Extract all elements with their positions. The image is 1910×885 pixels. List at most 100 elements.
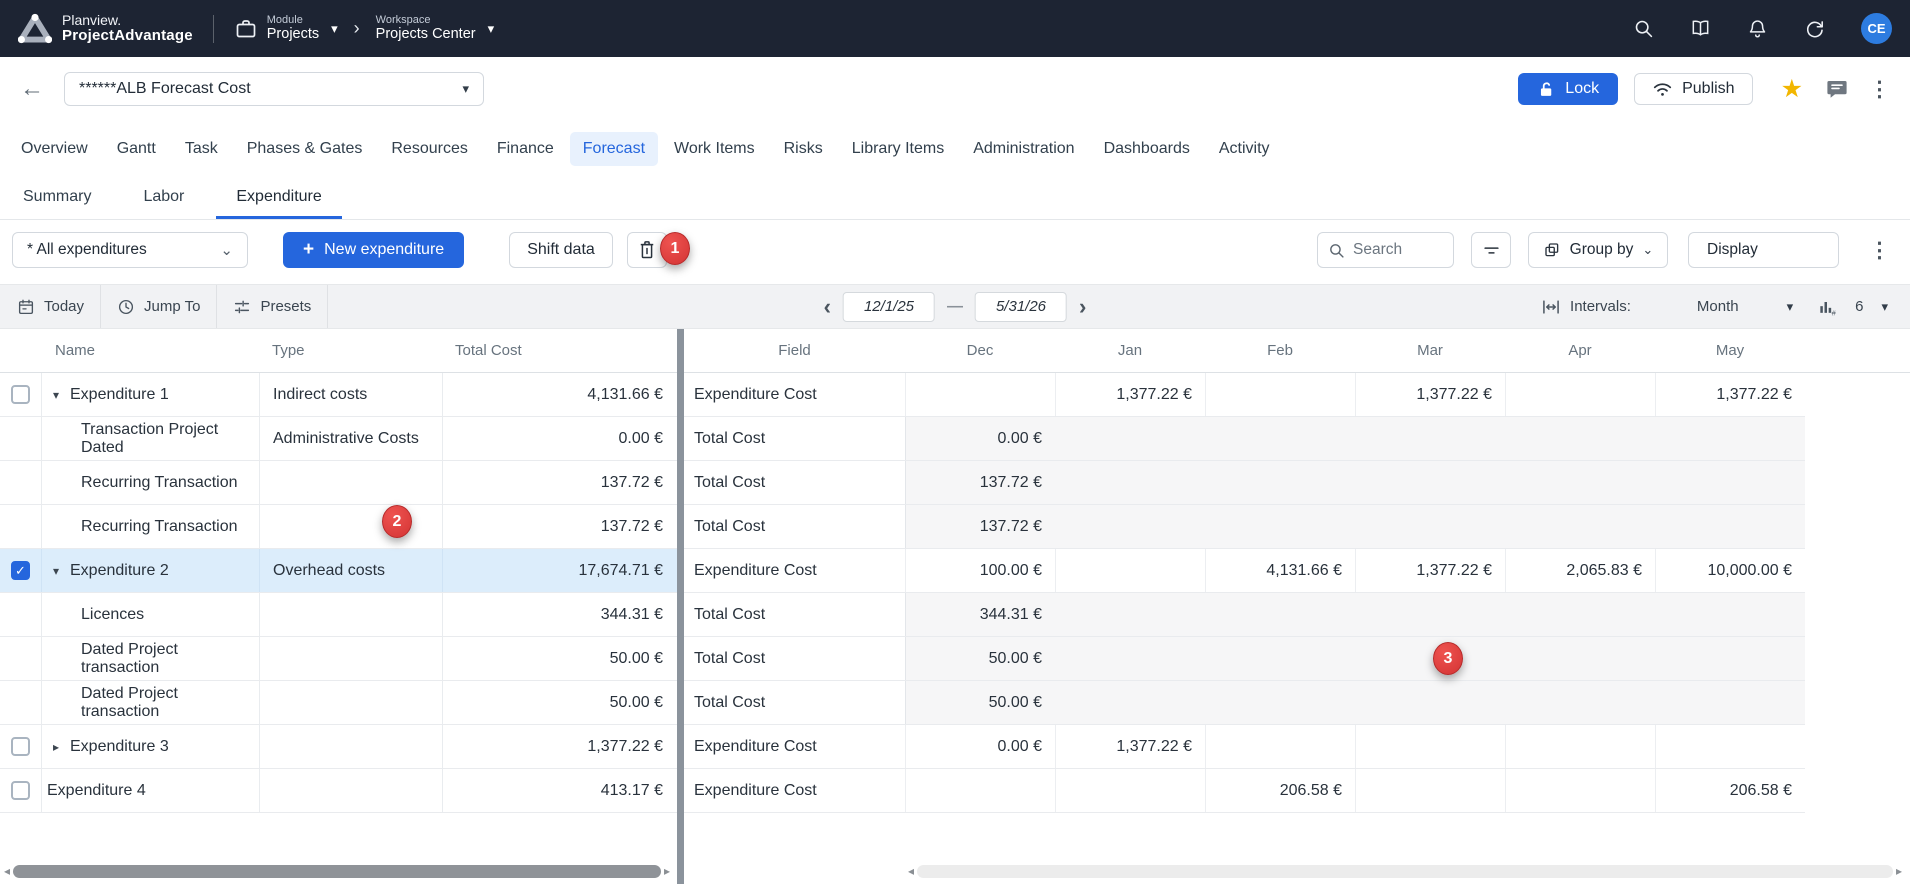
row-checkbox[interactable]: ✓ (11, 561, 30, 580)
month-value-cell-jan[interactable] (1055, 593, 1205, 636)
name-cell[interactable]: Dated Project transaction (41, 637, 259, 680)
tab-dashboards[interactable]: Dashboards (1091, 132, 1203, 166)
column-header-apr[interactable]: Apr (1505, 342, 1655, 359)
month-value-cell-jan[interactable] (1055, 505, 1205, 548)
month-value-cell-feb[interactable]: 4,131.66 € (1205, 549, 1355, 592)
column-header-mar[interactable]: Mar (1355, 342, 1505, 359)
type-cell[interactable] (259, 681, 442, 724)
type-cell[interactable] (259, 505, 442, 548)
month-value-cell-apr[interactable] (1505, 505, 1655, 548)
horizontal-scrollbar-thumb[interactable] (917, 865, 1893, 878)
tab-forecast[interactable]: Forecast (570, 132, 658, 166)
table-row[interactable]: Expenditure 4413.17 € (0, 769, 677, 813)
name-cell[interactable]: Dated Project transaction (41, 681, 259, 724)
total-cost-cell[interactable]: 137.72 € (442, 461, 677, 504)
user-avatar[interactable]: CE (1861, 13, 1892, 44)
month-value-cell-may[interactable] (1655, 417, 1805, 460)
month-value-cell-mar[interactable] (1355, 417, 1505, 460)
month-value-cell-jan[interactable] (1055, 461, 1205, 504)
next-period-chevron-icon[interactable]: › (1079, 296, 1086, 318)
month-value-cell-dec[interactable] (905, 769, 1055, 812)
tab-phases-gates[interactable]: Phases & Gates (234, 132, 376, 166)
favorite-star-icon[interactable]: ★ (1781, 74, 1803, 104)
tab-overview[interactable]: Overview (8, 132, 101, 166)
type-cell[interactable] (259, 461, 442, 504)
table-row[interactable]: Dated Project transaction 50.00 € (0, 681, 677, 725)
tab-finance[interactable]: Finance (484, 132, 567, 166)
month-value-cell-dec[interactable]: 344.31 € (905, 593, 1055, 636)
month-value-cell-apr[interactable] (1505, 637, 1655, 680)
feedback-comment-icon[interactable] (1825, 77, 1849, 101)
column-header-field[interactable]: Field (684, 342, 905, 359)
month-value-cell-may[interactable] (1655, 505, 1805, 548)
name-cell[interactable]: Licences (41, 593, 259, 636)
interval-unit-dropdown[interactable]: Month (1697, 298, 1739, 315)
today-button[interactable]: Today (0, 285, 101, 328)
month-value-cell-jan[interactable] (1055, 549, 1205, 592)
tab-task[interactable]: Task (172, 132, 231, 166)
panel-resize-divider[interactable] (677, 329, 684, 884)
month-value-cell-mar[interactable] (1355, 637, 1505, 680)
month-value-cell-apr[interactable] (1505, 769, 1655, 812)
jump-to-button[interactable]: Jump To (101, 285, 217, 328)
month-value-cell-dec[interactable]: 50.00 € (905, 637, 1055, 680)
total-cost-cell[interactable]: 17,674.71 € (442, 549, 677, 592)
total-cost-cell[interactable]: 0.00 € (442, 417, 677, 460)
table-row[interactable]: ▸Expenditure 31,377.22 € (0, 725, 677, 769)
column-header-type[interactable]: Type (259, 342, 442, 359)
new-expenditure-button[interactable]: + New expenditure (283, 232, 464, 268)
interval-count-value[interactable]: 6 (1855, 298, 1863, 315)
month-value-cell-jan[interactable]: 1,377.22 € (1055, 373, 1205, 416)
month-value-cell-mar[interactable]: 1,377.22 € (1355, 549, 1505, 592)
type-cell[interactable] (259, 637, 442, 680)
column-header-jan[interactable]: Jan (1055, 342, 1205, 359)
total-cost-cell[interactable]: 50.00 € (442, 681, 677, 724)
tab-gantt[interactable]: Gantt (104, 132, 169, 166)
type-cell[interactable]: Overhead costs (259, 549, 442, 592)
search-icon[interactable] (1633, 18, 1654, 39)
month-value-cell-dec[interactable]: 137.72 € (905, 505, 1055, 548)
toolbar-kebab-icon[interactable]: ⋮ (1869, 238, 1890, 263)
expand-caret-icon[interactable]: ▸ (47, 740, 65, 754)
month-value-cell-apr[interactable] (1505, 461, 1655, 504)
month-value-cell-apr[interactable] (1505, 681, 1655, 724)
month-value-cell-may[interactable] (1655, 461, 1805, 504)
forecast-title-dropdown[interactable]: ******ALB Forecast Cost ▾ (64, 72, 484, 106)
expenditure-filter-dropdown[interactable]: * All expenditures ⌄ (12, 232, 248, 268)
table-row[interactable]: Dated Project transaction50.00 € (0, 637, 677, 681)
month-value-cell-feb[interactable] (1205, 417, 1355, 460)
month-value-cell-feb[interactable] (1205, 637, 1355, 680)
search-input[interactable] (1353, 241, 1433, 259)
scroll-left-arrow-icon[interactable]: ◂ (908, 865, 914, 877)
subtab-labor[interactable]: Labor (123, 178, 204, 219)
month-value-cell-feb[interactable]: 206.58 € (1205, 769, 1355, 812)
filter-button[interactable] (1471, 232, 1511, 268)
start-date-input[interactable] (843, 292, 935, 322)
month-value-cell-apr[interactable] (1505, 593, 1655, 636)
library-book-icon[interactable] (1690, 18, 1711, 39)
workspace-selector[interactable]: Workspace Projects Center ▾ (376, 14, 494, 43)
month-value-cell-mar[interactable] (1355, 461, 1505, 504)
month-value-cell-apr[interactable] (1505, 417, 1655, 460)
name-cell[interactable]: ▸Expenditure 3 (41, 725, 259, 768)
tab-library-items[interactable]: Library Items (839, 132, 957, 166)
row-checkbox[interactable] (11, 385, 30, 404)
tab-administration[interactable]: Administration (960, 132, 1087, 166)
table-row[interactable]: Recurring Transaction 137.72 € (0, 461, 677, 505)
type-cell[interactable]: Administrative Costs (259, 417, 442, 460)
month-value-cell-jan[interactable] (1055, 417, 1205, 460)
column-header-feb[interactable]: Feb (1205, 342, 1355, 359)
total-cost-cell[interactable]: 4,131.66 € (442, 373, 677, 416)
shift-data-button[interactable]: Shift data (509, 232, 613, 268)
month-value-cell-may[interactable]: 206.58 € (1655, 769, 1805, 812)
more-actions-kebab-icon[interactable]: ⋮ (1869, 77, 1890, 102)
month-value-cell-apr[interactable]: 2,065.83 € (1505, 549, 1655, 592)
name-cell[interactable]: Recurring Transaction (41, 461, 259, 504)
month-value-cell-may[interactable] (1655, 637, 1805, 680)
end-date-input[interactable] (975, 292, 1067, 322)
name-cell[interactable]: Transaction Project Dated (41, 417, 259, 460)
subtab-summary[interactable]: Summary (3, 178, 111, 219)
tab-risks[interactable]: Risks (771, 132, 836, 166)
back-arrow-icon[interactable]: ← (20, 77, 44, 101)
refresh-icon[interactable] (1804, 18, 1825, 39)
